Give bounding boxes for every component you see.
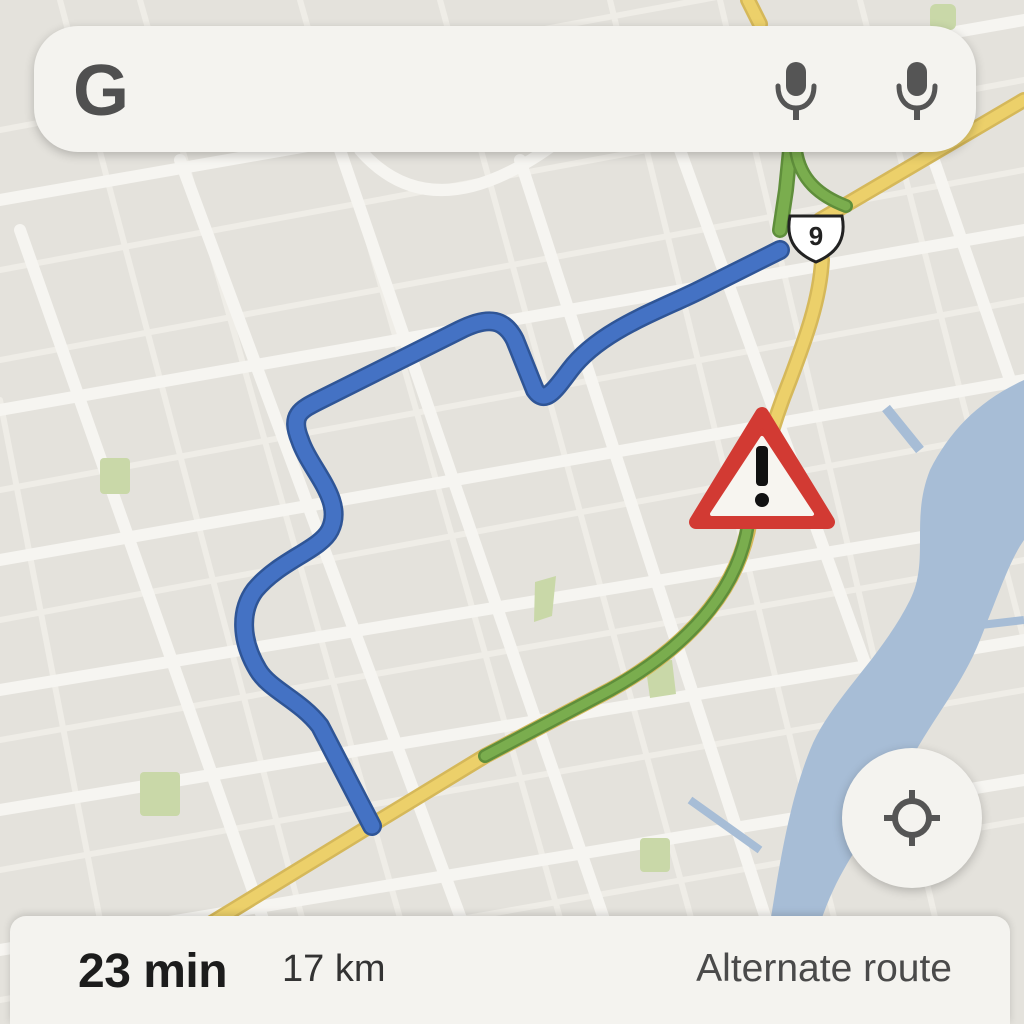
alternate-route-button[interactable]: Alternate route xyxy=(696,947,952,991)
google-logo: G xyxy=(72,51,129,131)
route-distance: 17 km xyxy=(282,948,386,990)
search-bar[interactable] xyxy=(34,26,976,152)
voice-search-mic-icon[interactable] xyxy=(892,58,942,124)
route-info-panel[interactable]: 23 min 17 km Alternate route xyxy=(10,916,1010,1024)
mic-icon[interactable] xyxy=(771,58,821,124)
route-eta: 23 min xyxy=(78,945,228,998)
my-location-button[interactable] xyxy=(842,748,982,888)
my-location-icon xyxy=(884,790,940,846)
highway-shield-label: 9 xyxy=(809,221,823,251)
